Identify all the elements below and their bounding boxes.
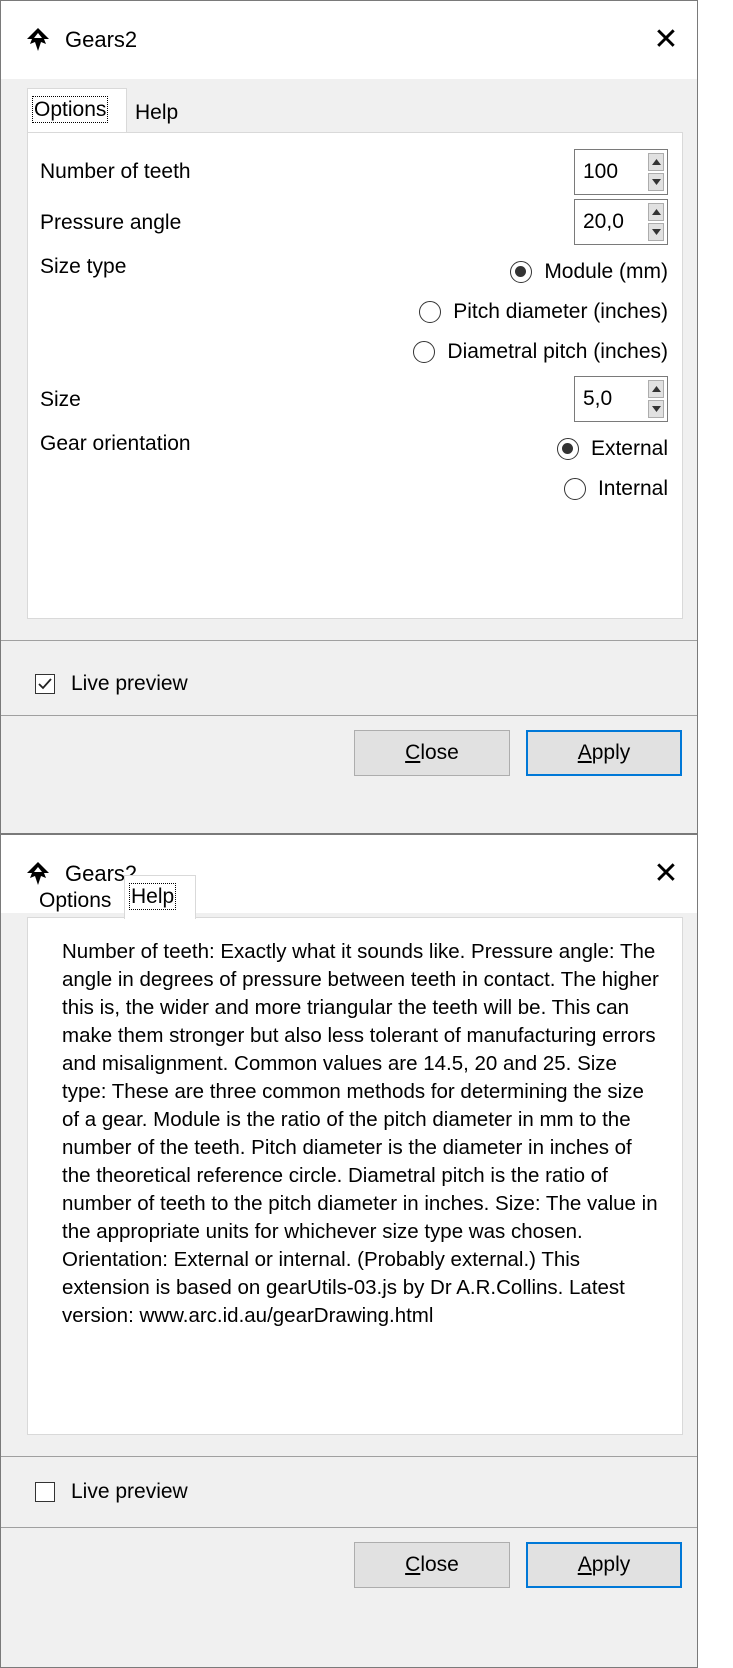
size-spinbox[interactable]: 5,0 <box>574 376 668 422</box>
spin-down-icon[interactable] <box>648 173 664 191</box>
radio-unselected-icon <box>419 301 442 323</box>
pressure-angle-label: Pressure angle <box>40 211 182 234</box>
live-preview-checkbox[interactable]: Live preview <box>35 1480 188 1504</box>
size-value: 5,0 <box>583 387 613 410</box>
checkbox-unchecked-icon <box>35 1482 55 1502</box>
spin-up-icon[interactable] <box>648 153 664 171</box>
close-window-icon[interactable]: ✕ <box>635 9 697 71</box>
apply-mnemonic: A <box>577 741 592 764</box>
teeth-spinbox[interactable]: 100 <box>574 149 668 195</box>
help-text: Number of teeth: Exactly what it sounds … <box>62 940 659 1327</box>
spin-down-icon[interactable] <box>648 400 664 418</box>
gears2-dialog-options: Gears2 ✕ Options Help Number of teeth 10… <box>0 0 698 834</box>
tab-help[interactable]: Help <box>124 875 196 919</box>
separator <box>1 715 697 716</box>
live-preview-label: Live preview <box>71 1480 188 1503</box>
radio-selected-icon <box>510 261 533 283</box>
tab-help-label: Help <box>135 101 179 124</box>
close-mnemonic: C <box>405 741 421 764</box>
radio-internal[interactable]: Internal <box>563 473 668 505</box>
radio-unselected-icon <box>563 478 586 500</box>
live-preview-checkbox[interactable]: Live preview <box>35 672 188 696</box>
gear-orientation-label: Gear orientation <box>40 432 191 455</box>
radio-unselected-icon <box>413 341 436 363</box>
pressure-angle-spinbox[interactable]: 20,0 <box>574 199 668 245</box>
separator <box>1 1527 697 1528</box>
radio-selected-icon <box>556 438 579 460</box>
checkbox-checked-icon <box>35 674 55 694</box>
spin-up-icon[interactable] <box>648 380 664 398</box>
spin-down-icon[interactable] <box>648 223 664 241</box>
live-preview-label: Live preview <box>71 672 188 695</box>
radio-diametral-pitch[interactable]: Diametral pitch (inches) <box>413 336 668 368</box>
apply-mnemonic: A <box>577 1553 592 1576</box>
help-panel: Number of teeth: Exactly what it sounds … <box>27 917 683 1435</box>
size-label: Size <box>40 388 81 411</box>
tab-help[interactable]: Help <box>129 92 193 136</box>
apply-label: pply <box>591 1553 631 1576</box>
close-button[interactable]: Close <box>354 730 510 776</box>
spin-up-icon[interactable] <box>648 203 664 221</box>
pressure-angle-value: 20,0 <box>583 210 624 233</box>
tab-help-label: Help <box>128 883 177 910</box>
tab-options[interactable]: Options <box>27 88 127 132</box>
close-label: lose <box>420 1553 459 1576</box>
gears2-dialog-help: Gears2 ✕ Options Help Number of teeth: E… <box>0 834 698 1668</box>
radio-diametral-pitch-label: Diametral pitch (inches) <box>447 340 668 363</box>
apply-label: pply <box>591 741 631 764</box>
radio-internal-label: Internal <box>597 477 668 500</box>
close-window-icon[interactable]: ✕ <box>635 843 697 905</box>
teeth-label: Number of teeth <box>40 160 191 183</box>
apply-button[interactable]: Apply <box>526 730 682 776</box>
radio-external[interactable]: External <box>556 433 668 465</box>
radio-external-label: External <box>590 437 668 460</box>
tab-options-label: Options <box>31 96 109 123</box>
apply-button[interactable]: Apply <box>526 1542 682 1588</box>
close-label: lose <box>420 741 459 764</box>
teeth-value: 100 <box>583 160 619 183</box>
radio-pitch-diameter-label: Pitch diameter (inches) <box>453 300 668 323</box>
radio-pitch-diameter[interactable]: Pitch diameter (inches) <box>419 296 668 328</box>
separator <box>1 1456 697 1457</box>
tab-options-label: Options <box>39 889 112 912</box>
size-type-label: Size type <box>40 255 127 278</box>
close-mnemonic: C <box>405 1553 421 1576</box>
radio-module-label: Module (mm) <box>544 260 668 283</box>
separator <box>1 640 697 641</box>
close-button[interactable]: Close <box>354 1542 510 1588</box>
window-title: Gears2 <box>65 27 138 52</box>
title-bar: Gears2 ✕ <box>1 1 697 79</box>
radio-module[interactable]: Module (mm) <box>510 256 668 288</box>
options-panel: Number of teeth 100 Pressure angle 20,0 … <box>27 132 683 619</box>
inkscape-icon <box>25 27 51 53</box>
